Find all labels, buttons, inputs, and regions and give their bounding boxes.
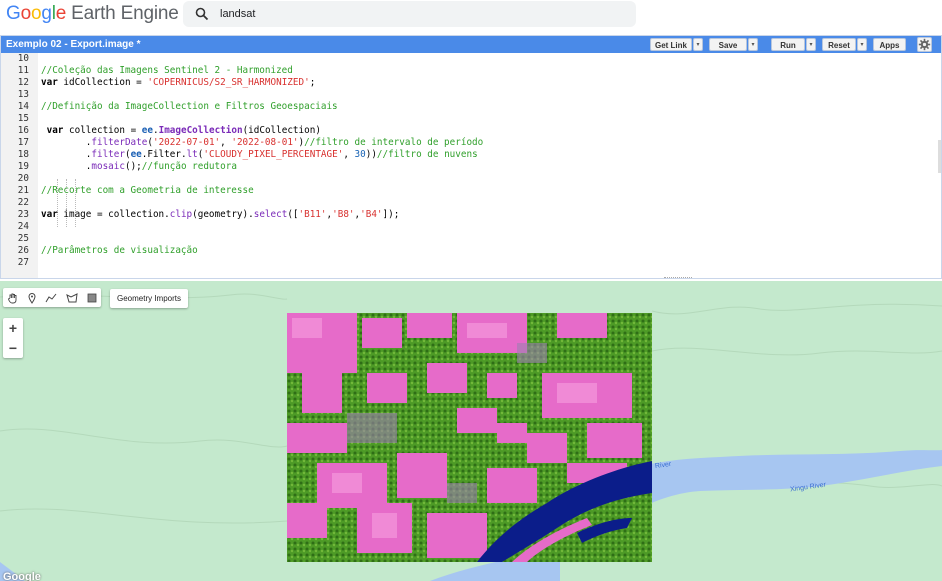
hand-icon [7,293,16,303]
draw-rectangle-button[interactable] [82,288,101,307]
line-number: 16 [17,125,29,136]
line-number: 21 [17,185,29,196]
line-number: 23 [17,209,29,220]
zoom-out-button[interactable]: − [3,338,23,358]
line-text[interactable]: //Parâmetros de visualização [41,245,198,257]
run-dropdown[interactable]: ▾ [806,38,816,51]
point-marker-icon [27,292,36,304]
code-line[interactable]: 15 [1,113,936,125]
line-text[interactable]: .mosaic();//função redutora [41,161,237,173]
line-text[interactable]: //Coleção das Imagens Sentinel 2 - Harmo… [41,65,293,77]
polygon-icon [65,292,78,302]
google-earth-engine-logo[interactable]: Google Earth Engine [6,3,179,25]
code-line[interactable]: 23 var image = collection.clip(geometry).… [1,209,936,221]
google-attribution-logo: Google [3,571,41,581]
apps-button[interactable]: Apps [873,38,906,51]
search-input[interactable]: landsat [220,8,255,20]
zoom-control: + − [3,318,23,358]
code-editor[interactable]: 10 11 //Coleção das Imagens Sentinel 2 - H… [1,53,941,278]
line-number: 24 [17,221,29,232]
geometry-imports-button[interactable]: Geometry Imports [110,289,188,308]
code-line[interactable]: 22 [1,197,936,209]
line-text[interactable]: //Definição da ImageCollection e Filtros… [41,101,338,113]
script-title: Exemplo 02 - Export.image * [6,39,141,50]
gear-icon [918,38,931,51]
line-number: 15 [17,113,29,124]
get-link-dropdown[interactable]: ▾ [693,38,703,51]
save-button[interactable]: Save [709,38,747,51]
code-line[interactable]: 17 .filterDate('2022-07-01', '2022-08-01… [1,137,936,149]
code-line[interactable]: 24 [1,221,936,233]
code-line[interactable]: 10 [1,53,936,65]
code-line[interactable]: 27 [1,257,936,269]
line-text[interactable]: .filter(ee.Filter.lt('CLOUDY_PIXEL_PERCE… [41,149,478,161]
line-text[interactable]: var idCollection = 'COPERNICUS/S2_SR_HAR… [41,77,315,89]
line-number: 20 [17,173,29,184]
line-number: 27 [17,257,29,268]
settings-button[interactable] [917,37,932,52]
line-number: 18 [17,149,29,160]
code-line[interactable]: 13 [1,89,936,101]
line-number: 22 [17,197,29,208]
save-dropdown[interactable]: ▾ [748,38,758,51]
line-number: 14 [17,101,29,112]
line-number: 10 [17,53,29,64]
code-line[interactable]: 18 .filter(ee.Filter.lt('CLOUDY_PIXEL_PE… [1,149,936,161]
code-line[interactable]: 20 [1,173,936,185]
line-number: 12 [17,77,29,88]
line-text[interactable]: var collection = ee.ImageCollection(idCo… [41,125,321,137]
reset-dropdown[interactable]: ▾ [857,38,867,51]
code-line[interactable]: 12 var idCollection = 'COPERNICUS/S2_SR_H… [1,77,936,89]
draw-line-button[interactable] [41,288,60,307]
code-line[interactable]: 14 //Definição da ImageCollection e Filtr… [1,101,936,113]
rectangle-icon [87,293,96,302]
map-view[interactable]: River Xingu River Geometry Imports + − G… [0,281,942,581]
code-editor-panel: Exemplo 02 - Export.image * Get Link ▾ S… [0,35,942,279]
code-line[interactable]: 21 //Recorte com a Geometria de interesse [1,185,936,197]
code-line[interactable]: 16 var collection = ee.ImageCollection(i… [1,125,936,137]
line-number: 13 [17,89,29,100]
reset-button[interactable]: Reset [822,38,856,51]
line-number: 26 [17,245,29,256]
line-number: 17 [17,137,29,148]
code-line[interactable]: 26 //Parâmetros de visualização [1,245,936,257]
drawing-toolbar [3,288,101,307]
code-line[interactable]: 25 [1,233,936,245]
line-text[interactable]: //Recorte com a Geometria de interesse [41,185,254,197]
editor-scrollbar[interactable] [938,140,941,173]
search-icon [195,7,209,21]
code-line[interactable]: 19 .mosaic();//função redutora [1,161,936,173]
code-lines[interactable]: 10 11 //Coleção das Imagens Sentinel 2 - H… [1,53,936,269]
line-text[interactable]: .filterDate('2022-07-01', '2022-08-01')/… [41,137,483,149]
line-text[interactable]: var image = collection.clip(geometry).se… [41,209,399,221]
line-number: 19 [17,161,29,172]
add-marker-button[interactable] [22,288,41,307]
run-button[interactable]: Run [771,38,805,51]
zoom-in-button[interactable]: + [3,318,23,338]
get-link-button[interactable]: Get Link [650,38,692,51]
draw-shape-button[interactable] [62,288,81,307]
line-number: 25 [17,233,29,244]
line-icon [45,293,56,302]
search-box[interactable]: landsat [183,1,636,27]
hand-tool-button[interactable] [3,288,22,307]
code-line[interactable]: 11 //Coleção das Imagens Sentinel 2 - Har… [1,65,936,77]
line-number: 11 [17,65,29,76]
satellite-image-layer [287,313,652,562]
editor-title-bar: Exemplo 02 - Export.image * Get Link ▾ S… [1,36,941,53]
top-bar: Google Earth Engine landsat [0,0,942,34]
